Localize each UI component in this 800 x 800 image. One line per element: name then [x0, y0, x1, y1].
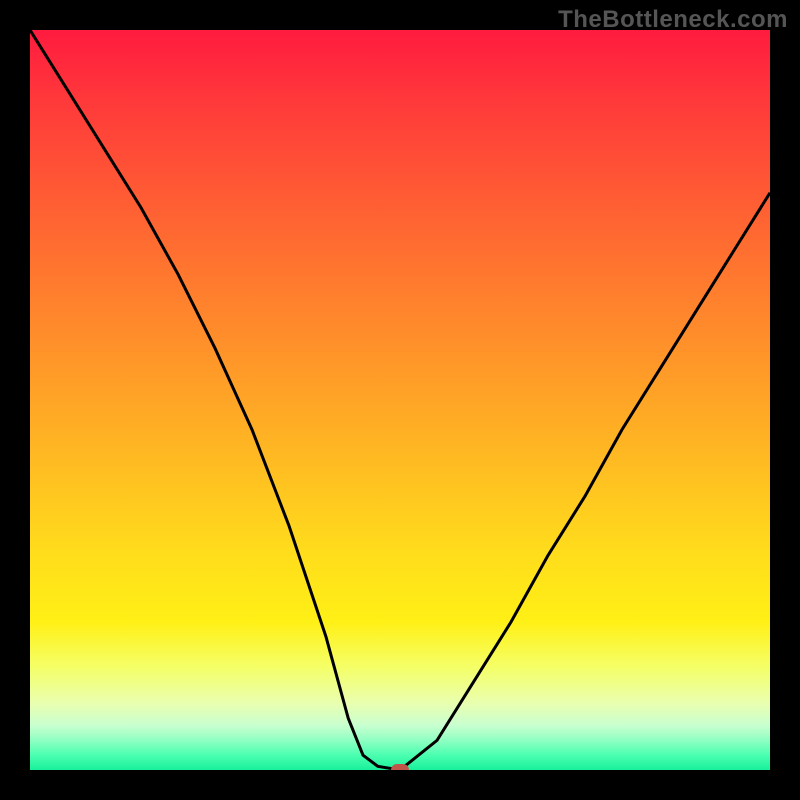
- bottleneck-curve: [30, 30, 770, 770]
- plot-area: [30, 30, 770, 770]
- optimal-marker: [391, 764, 409, 770]
- chart-frame: TheBottleneck.com: [0, 0, 800, 800]
- curve-svg: [30, 30, 770, 770]
